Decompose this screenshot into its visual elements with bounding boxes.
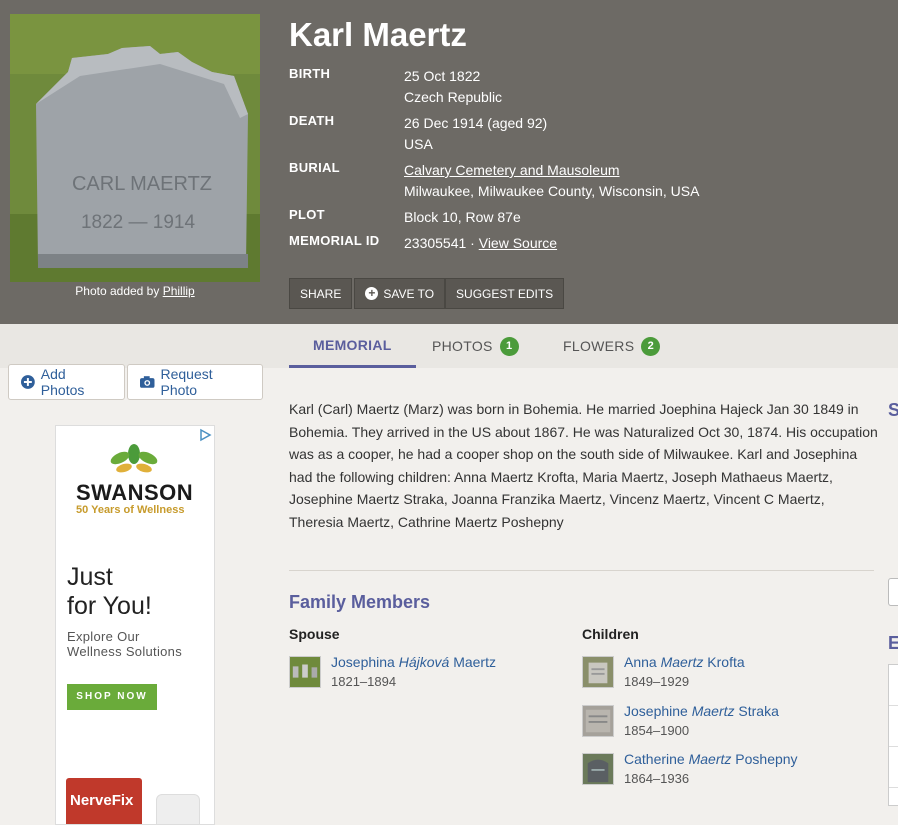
child-dates: 1864–1936 (624, 771, 690, 786)
tab-flowers-label: FLOWERS (563, 338, 635, 354)
swanson-leaf-icon (110, 444, 158, 473)
photo-caption: Photo added by Phillip (10, 284, 260, 298)
family-members-title: Family Members (289, 592, 431, 612)
child-thumbnail[interactable] (582, 656, 614, 688)
child-thumbnail[interactable] (582, 705, 614, 737)
request-photo-label: Request Photo (160, 366, 213, 398)
spouse-name-link[interactable]: Josephina Hájková Maertz (331, 654, 496, 670)
child-name-link[interactable]: Josephine Maertz Straka (624, 703, 779, 719)
ad-subtext: Explore Our Wellness Solutions (67, 629, 182, 659)
flowers-count-badge: 2 (641, 336, 661, 356)
spouse-thumbnail[interactable] (289, 656, 321, 688)
photo-inscription-years: 1822 — 1914 (81, 212, 196, 233)
photo-inscription-name: CARL MAERTZ (72, 173, 212, 195)
tab-flowers[interactable]: FLOWERS 2 (539, 324, 684, 368)
tab-memorial-label: MEMORIAL (313, 336, 392, 353)
death-label: DEATH (289, 113, 335, 128)
request-photo-button[interactable]: Request Photo (127, 364, 263, 400)
memorial-name: Karl Maertz (289, 16, 467, 53)
suggest-edits-label: SUGGEST EDITS (456, 286, 554, 301)
plot-label: PLOT (289, 207, 325, 222)
child-thumbnail[interactable] (582, 753, 614, 785)
add-photos-button[interactable]: Add Photos (8, 364, 125, 400)
right-column-list[interactable] (888, 664, 898, 806)
ad-choices-icon[interactable] (198, 428, 212, 442)
photos-count-badge: 1 (499, 336, 519, 356)
death-place: USA (404, 136, 433, 152)
save-to-button[interactable]: + SAVE TO (354, 278, 446, 309)
birth-place: Czech Republic (404, 89, 503, 105)
right-column-button[interactable] (888, 578, 898, 606)
list-item[interactable] (889, 665, 898, 706)
child-name-link[interactable]: Catherine Maertz Poshepny (624, 751, 798, 767)
ad-headline-line-2: for You! (67, 592, 152, 620)
memorial-bio: Karl (Carl) Maertz (Marz) was born in Bo… (289, 401, 878, 530)
plus-circle-icon (21, 375, 35, 389)
section-divider (289, 570, 874, 571)
ad-brand: SWANSON (76, 480, 194, 505)
add-photos-label: Add Photos (40, 366, 85, 398)
memorial-id-label: MEMORIAL ID (289, 233, 380, 248)
ad-years: 50 Years of Wellness (76, 504, 185, 516)
plus-circle-icon: + (365, 287, 379, 300)
share-label: SHARE (300, 286, 342, 301)
ad-headline: Just for You! (67, 563, 152, 621)
share-button[interactable]: SHARE (289, 278, 353, 309)
plot-value: Block 10, Row 87e (404, 209, 521, 225)
right-section-heading: S (888, 400, 898, 420)
suggest-edits-button[interactable]: SUGGEST EDITS (445, 278, 565, 309)
ad-headline-line-1: Just (67, 563, 113, 591)
advertisement[interactable]: SWANSON 50 Years of Wellness Just for Yo… (55, 425, 215, 825)
save-to-label: SAVE TO (383, 286, 435, 301)
tab-photos-label: PHOTOS (432, 338, 493, 354)
memorial-header: CARL MAERTZ 1822 — 1914 Photo added by P… (0, 0, 898, 324)
memorial-tabs: MEMORIAL PHOTOS 1 FLOWERS 2 (0, 324, 898, 368)
photo-caption-prefix: Photo added by (75, 284, 163, 298)
birth-label: BIRTH (289, 66, 331, 81)
save-suggest-group: + SAVE TO SUGGEST EDITS (354, 278, 565, 309)
family-member-child[interactable]: Josephine Maertz Straka 1854–1900 (582, 703, 872, 745)
right-section-heading-2: E (888, 633, 898, 653)
ad-product-name: NerveFix (70, 792, 134, 809)
memorial-photo[interactable]: CARL MAERTZ 1822 — 1914 (10, 14, 260, 282)
birth-date: 25 Oct 1822 (404, 68, 481, 84)
burial-place: Milwaukee, Milwaukee County, Wisconsin, … (404, 183, 700, 199)
children-heading: Children (582, 626, 639, 642)
child-name-link[interactable]: Anna Maertz Krofta (624, 654, 745, 670)
ad-shop-now-button[interactable]: SHOP NOW (67, 684, 157, 710)
spouse-heading: Spouse (289, 626, 340, 642)
child-dates: 1849–1929 (624, 674, 690, 689)
tab-memorial[interactable]: MEMORIAL (289, 324, 416, 368)
tab-photos[interactable]: PHOTOS 1 (408, 324, 543, 368)
burial-label: BURIAL (289, 160, 340, 175)
cemetery-link[interactable]: Calvary Cemetery and Mausoleum (404, 160, 699, 181)
view-source-link[interactable]: View Source (479, 235, 557, 251)
ad-subtext-line-1: Explore Our (67, 629, 140, 644)
action-toolbar: SHARE + SAVE TO SUGGEST EDITS (289, 278, 565, 309)
list-item[interactable] (889, 706, 898, 747)
spouse-dates: 1821–1894 (331, 674, 397, 689)
death-date: 26 Dec 1914 (aged 92) (404, 115, 548, 131)
family-member-spouse[interactable]: Josephina Hájková Maertz 1821–1894 (289, 654, 549, 696)
memorial-id-value: 23305541 · (404, 235, 479, 251)
family-member-child[interactable]: Anna Maertz Krofta 1849–1929 (582, 654, 872, 696)
photo-contributor-link[interactable]: Phillip (163, 284, 195, 298)
child-dates: 1854–1900 (624, 723, 690, 738)
ad-subtext-line-2: Wellness Solutions (67, 644, 182, 659)
family-member-child[interactable]: Catherine Maertz Poshepny 1864–1936 (582, 751, 872, 793)
ad-product-bottle (156, 794, 200, 824)
camera-icon (140, 376, 155, 388)
list-item[interactable] (889, 747, 898, 788)
